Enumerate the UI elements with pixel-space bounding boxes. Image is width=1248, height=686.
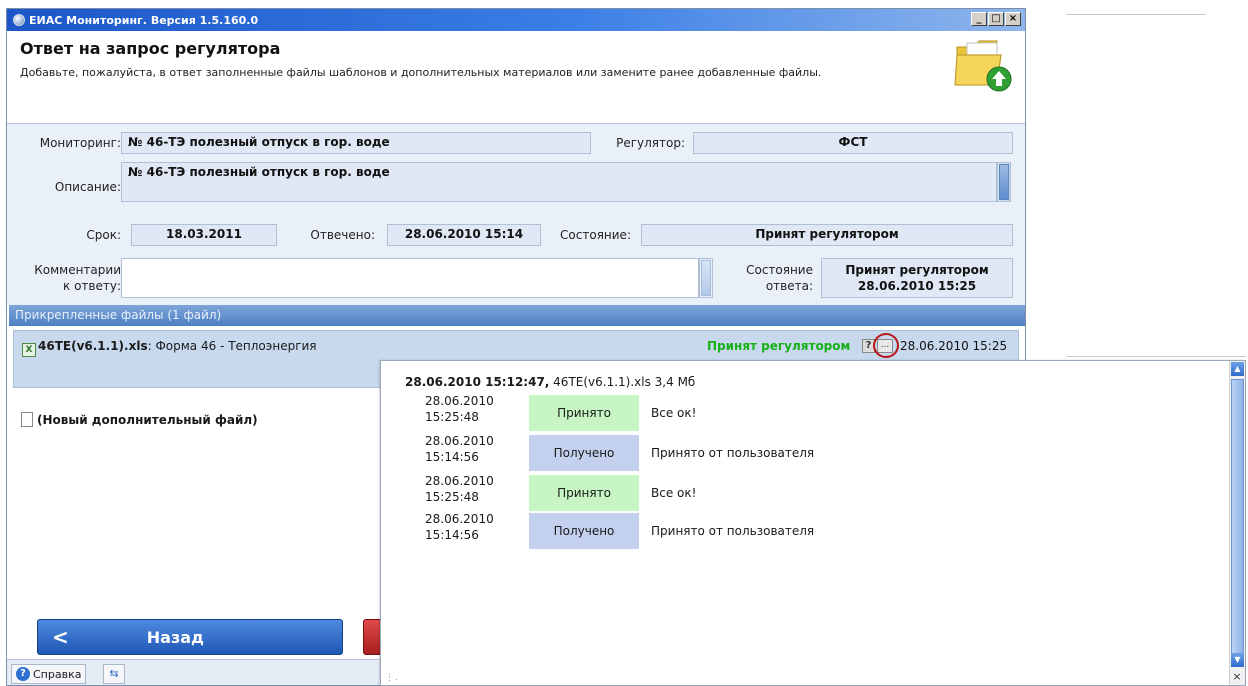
history-date-day: 28.06.2010 [425,474,494,488]
description-scrollbar[interactable] [997,162,1011,202]
back-button[interactable]: < Назад [37,619,343,655]
file-name-line: X 46TE(v6.1.1).xls: Форма 46 - Теплоэнерг… [22,339,317,357]
history-comment: Все ок! [651,486,697,500]
history-date-day: 28.06.2010 [425,394,494,408]
deadline-field: 18.03.2011 [131,224,277,246]
answer-state-value-line1: Принят регулятором [845,263,989,277]
window-controls: _ □ × [971,12,1021,26]
maximize-button[interactable]: □ [988,12,1004,26]
answered-label: Отвечено: [310,228,375,242]
answer-state-label: Состояние ответа: [723,262,813,294]
help-menu-button[interactable]: ? Справка [11,664,87,684]
status-badge: Получено [529,513,639,549]
history-date-time: 15:14:56 [425,450,479,464]
highlight-circle [873,333,899,358]
back-arrow-icon: < [52,625,69,649]
answer-state-value-line2: 28.06.2010 15:25 [857,279,977,293]
status-badge: Принято [529,395,639,431]
back-button-label: Назад [146,627,204,647]
history-comment: Все ок! [651,406,697,420]
help-icon: ? [16,667,30,681]
scroll-thumb[interactable] [701,260,711,296]
swap-button[interactable]: ⇆ [103,664,125,684]
history-date: 28.06.2010 15:14:56 [425,433,494,465]
help-label: Справка [33,667,82,681]
popup-scrollbar[interactable]: ▲ ▼ [1229,361,1245,685]
scroll-up-icon[interactable]: ▲ [1231,362,1244,376]
popup-header: 28.06.2010 15:12:47, 46TE(v6.1.1).xls 3,… [405,375,695,389]
excel-file-icon: X [22,343,36,357]
history-date: 28.06.2010 15:25:48 [425,473,494,505]
window-title: ЕИАС Мониторинг. Версия 1.5.160.0 [29,13,259,27]
history-date-day: 28.06.2010 [425,434,494,448]
monitoring-label: Мониторинг: [39,136,121,150]
folder-upload-icon [954,40,1012,92]
close-button[interactable]: × [1005,12,1021,26]
history-date-time: 15:25:48 [425,490,479,504]
status-badge: Принято [529,475,639,511]
state-field: Принят регулятором [641,224,1013,246]
history-row: 28.06.2010 15:14:56 Получено Принято от п… [381,433,1245,473]
file-status: Принят регулятором [707,339,851,353]
history-date: 28.06.2010 15:14:56 [425,511,494,543]
title-bar[interactable]: ЕИАС Мониторинг. Версия 1.5.160.0 _ □ × [7,9,1025,31]
comment-input[interactable] [121,258,699,298]
minimize-button[interactable]: _ [971,12,987,26]
blank-file-icon [21,412,33,427]
resize-grip-icon[interactable]: ⋮. [385,673,399,683]
answer-state-label-line1: Состояние [746,263,813,277]
answered-field: 28.06.2010 15:14 [387,224,541,246]
status-badge: Получено [529,435,639,471]
history-row: 28.06.2010 15:25:48 Принято Все ок! [381,393,1245,433]
description-field: № 46-ТЭ полезный отпуск в гор. воде [121,162,997,202]
scroll-thumb[interactable] [1231,379,1244,659]
app-icon [13,14,25,26]
history-date: 28.06.2010 15:25:48 [425,393,494,425]
new-file-item[interactable]: (Новый дополнительный файл) [21,412,258,427]
state-label: Состояние: [560,228,631,242]
description-label: Описание: [54,180,121,194]
new-file-label: (Новый дополнительный файл) [37,413,258,427]
popup-close-icon[interactable]: × [1231,671,1243,683]
deadline-label: Срок: [86,228,121,242]
regulator-label: Регулятор: [616,136,685,150]
comment-label: Комментарии к ответу: [13,262,121,294]
desktop-line [1066,14,1206,15]
file-history-popup: 28.06.2010 15:12:47, 46TE(v6.1.1).xls 3,… [380,360,1246,686]
desktop-line [1066,356,1246,357]
history-date-time: 15:14:56 [425,528,479,542]
request-form: Мониторинг: № 46-ТЭ полезный отпуск в го… [7,123,1025,305]
answer-state-label-line2: ответа: [765,279,813,293]
file-date: 28.06.2010 15:25 [900,339,1008,353]
history-row: 28.06.2010 15:14:56 Получено Принято от п… [381,511,1245,551]
regulator-field: ФСТ [693,132,1013,154]
scroll-down-icon[interactable]: ▼ [1231,653,1244,667]
comment-scrollbar[interactable] [699,258,713,298]
monitoring-field: № 46-ТЭ полезный отпуск в гор. воде [121,132,591,154]
file-name[interactable]: 46TE(v6.1.1).xls [38,339,148,353]
popup-header-file: 46TE(v6.1.1).xls 3,4 Мб [549,375,696,389]
history-comment: Принято от пользователя [651,524,815,538]
answer-state-field: Принят регулятором 28.06.2010 15:25 [821,258,1013,298]
history-date-day: 28.06.2010 [425,512,494,526]
comment-label-line2: к ответу: [63,279,121,293]
page-subtitle: Добавьте, пожалуйста, в ответ заполненны… [20,66,822,79]
file-description: : Форма 46 - Теплоэнергия [147,339,317,353]
history-comment: Принято от пользователя [651,446,815,460]
popup-header-date: 28.06.2010 15:12:47, [405,375,550,389]
scroll-thumb[interactable] [999,164,1009,200]
page-title: Ответ на запрос регулятора [20,39,281,58]
history-row: 28.06.2010 15:25:48 Принято Все ок! [381,473,1245,513]
attached-files-header: Прикрепленные файлы (1 файл) [9,305,1025,326]
history-date-time: 15:25:48 [425,410,479,424]
comment-label-line1: Комментарии [34,263,121,277]
